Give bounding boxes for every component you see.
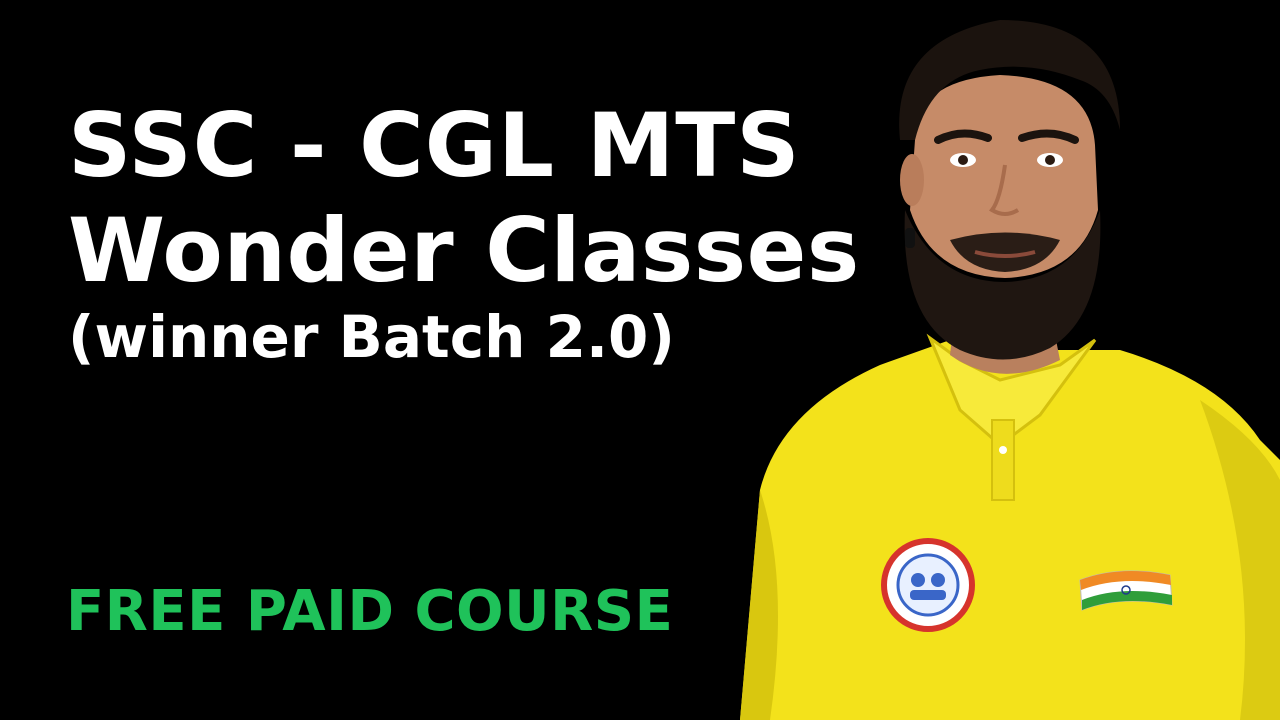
course-title: SSC - CGL MTS Wonder Classes (winner Bat… — [68, 96, 928, 372]
circular-logo-badge — [881, 538, 975, 632]
thumbnail-canvas: SSC - CGL MTS Wonder Classes (winner Bat… — [0, 0, 1280, 720]
title-line-3: (winner Batch 2.0) — [68, 303, 675, 371]
title-line-1: SSC - CGL MTS — [68, 94, 801, 197]
title-line-2: Wonder Classes — [68, 199, 860, 302]
free-paid-course-label: FREE PAID COURSE — [66, 579, 674, 644]
